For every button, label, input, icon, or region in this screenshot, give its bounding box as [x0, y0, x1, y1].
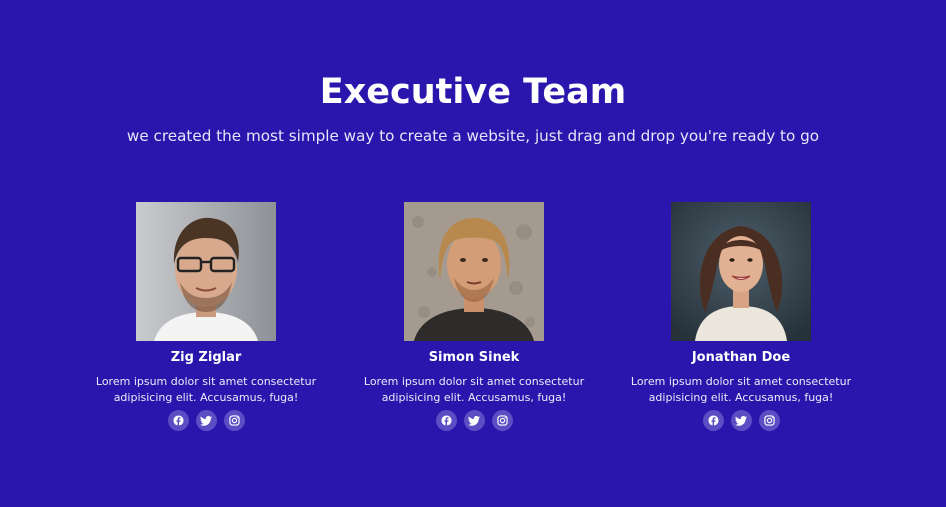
twitter-icon[interactable]: [463, 410, 485, 431]
twitter-icon[interactable]: [730, 410, 752, 431]
social-links: [611, 410, 871, 431]
member-bio: Lorem ipsum dolor sit amet consectetur a…: [630, 375, 852, 404]
facebook-icon[interactable]: [167, 410, 189, 431]
facebook-icon[interactable]: [435, 410, 457, 431]
member-name: Zig Ziglar: [170, 350, 242, 365]
twitter-icon[interactable]: [195, 410, 217, 431]
team-member-card: Jonathan Doe Lorem ipsum dolor sit amet …: [611, 202, 871, 431]
avatar: [671, 202, 811, 341]
member-bio: Lorem ipsum dolor sit amet consectetur a…: [95, 375, 317, 404]
section-subtitle: we created the most simple way to create…: [126, 127, 820, 145]
avatar: [136, 202, 276, 341]
team-member-card: Zig Ziglar Lorem ipsum dolor sit amet co…: [76, 202, 336, 431]
instagram-icon[interactable]: [223, 410, 245, 431]
member-bio: Lorem ipsum dolor sit amet consectetur a…: [363, 375, 585, 404]
team-member-card: Simon Sinek Lorem ipsum dolor sit amet c…: [344, 202, 604, 431]
avatar: [404, 202, 544, 341]
social-links: [76, 410, 336, 431]
member-name: Jonathan Doe: [691, 350, 791, 365]
social-links: [344, 410, 604, 431]
executive-team-section: Executive Team we created the most simpl…: [0, 0, 946, 507]
section-title: Executive Team: [319, 72, 627, 112]
instagram-icon[interactable]: [491, 410, 513, 431]
facebook-icon[interactable]: [702, 410, 724, 431]
member-name: Simon Sinek: [428, 350, 520, 365]
instagram-icon[interactable]: [758, 410, 780, 431]
